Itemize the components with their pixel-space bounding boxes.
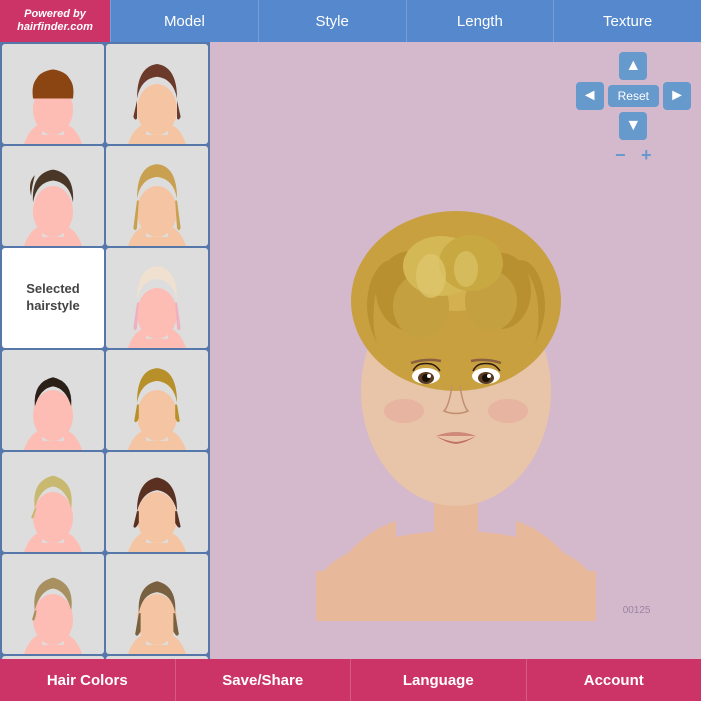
- logo-line1: Powered by: [24, 8, 86, 20]
- hairstyle-item-8[interactable]: [106, 350, 208, 450]
- app-logo: Powered by hairfinder.com: [0, 0, 110, 42]
- main-area: Selected hairstyle: [0, 42, 701, 659]
- logo-line2: hairfinder.com: [17, 21, 93, 33]
- hairstyle-item-7[interactable]: [2, 350, 104, 450]
- model-svg: [256, 81, 656, 621]
- watermark: 00125: [623, 605, 651, 616]
- hairstyle-item-12[interactable]: [106, 554, 208, 654]
- top-navigation: Powered by hairfinder.com Model Style Le…: [0, 0, 701, 42]
- tab-style[interactable]: Style: [258, 0, 406, 42]
- hairstyle-item-6[interactable]: [106, 248, 208, 348]
- tab-length[interactable]: Length: [406, 0, 554, 42]
- hairstyle-item-1[interactable]: [2, 44, 104, 144]
- hairstyle-item-2[interactable]: [106, 44, 208, 144]
- bottom-nav-language[interactable]: Language: [351, 659, 527, 701]
- hairstyle-item-14[interactable]: [106, 656, 208, 659]
- tab-texture[interactable]: Texture: [553, 0, 701, 42]
- hairstyle-list: Selected hairstyle: [0, 42, 210, 659]
- hairstyle-item-11[interactable]: [2, 554, 104, 654]
- preview-area: ▲ ◄ Reset ► ▼ − +: [210, 42, 701, 659]
- hairstyle-item-4[interactable]: [106, 146, 208, 246]
- bottom-nav-hair-colors[interactable]: Hair Colors: [0, 659, 176, 701]
- tab-model[interactable]: Model: [110, 0, 258, 42]
- hairstyle-item-9[interactable]: [2, 452, 104, 552]
- hairstyle-item-selected[interactable]: Selected hairstyle: [2, 248, 104, 348]
- pan-up-button[interactable]: ▲: [619, 52, 647, 80]
- pan-right-button[interactable]: ►: [663, 82, 691, 110]
- hairstyle-item-3[interactable]: [2, 146, 104, 246]
- bottom-navigation: Hair Colors Save/Share Language Account: [0, 659, 701, 701]
- hairstyle-item-10[interactable]: [106, 452, 208, 552]
- selected-label: Selected hairstyle: [2, 281, 104, 315]
- model-display: 00125: [256, 81, 656, 621]
- bottom-nav-save-share[interactable]: Save/Share: [176, 659, 352, 701]
- control-up-row: ▲: [619, 52, 647, 80]
- hairstyle-item-13[interactable]: [2, 656, 104, 659]
- bottom-nav-account[interactable]: Account: [527, 659, 701, 701]
- nav-tabs: Model Style Length Texture: [110, 0, 701, 42]
